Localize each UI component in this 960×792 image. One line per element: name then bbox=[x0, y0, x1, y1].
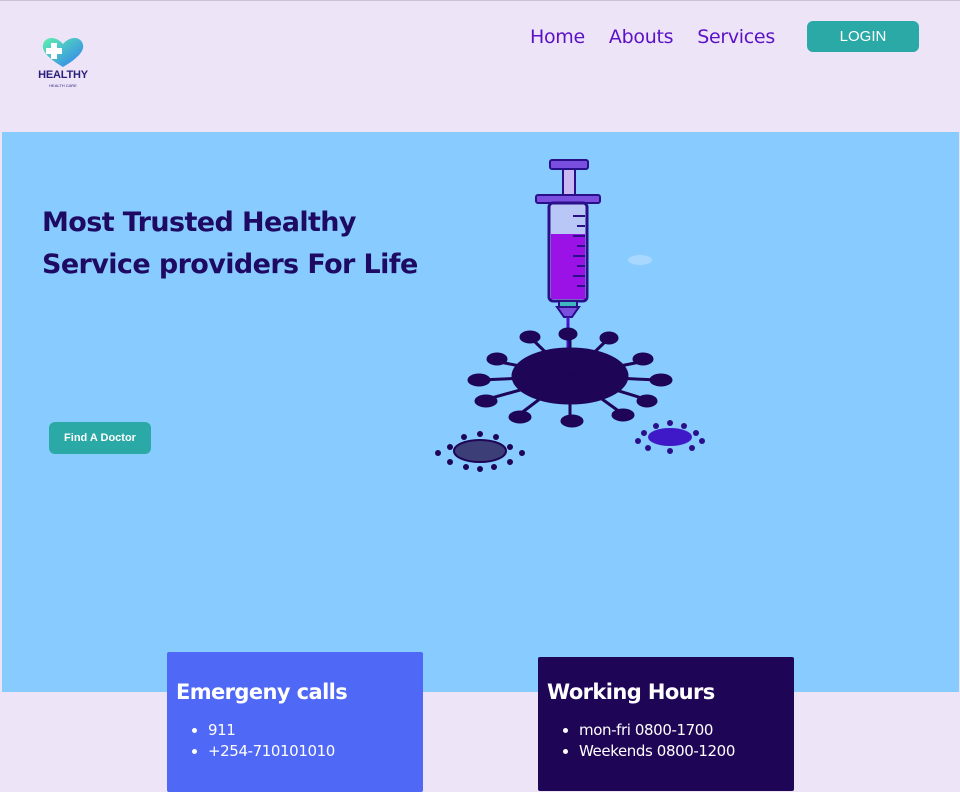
emergency-calls-card: Emergeny calls 911 +254-710101010 bbox=[167, 652, 423, 792]
brand-tagline: HEALTH CARE bbox=[49, 83, 77, 88]
working-hours-list: mon-fri 0800-1700 Weekends 0800-1200 bbox=[547, 720, 784, 762]
find-doctor-button[interactable]: Find A Doctor bbox=[49, 422, 151, 454]
hero-section: Most Trusted Healthy Service providers F… bbox=[2, 132, 959, 692]
emergency-calls-list: 911 +254-710101010 bbox=[176, 720, 413, 762]
brand-name: HEALTHY bbox=[38, 69, 88, 81]
nav-abouts-link[interactable]: Abouts bbox=[609, 26, 674, 48]
emergency-calls-title: Emergeny calls bbox=[176, 680, 348, 704]
hero-title: Most Trusted Healthy Service providers F… bbox=[42, 207, 418, 280]
list-item[interactable]: +254-710101010 bbox=[208, 741, 413, 762]
list-item: mon-fri 0800-1700 bbox=[579, 720, 784, 741]
brand-logo[interactable]: HEALTHY HEALTH CARE bbox=[36, 35, 90, 91]
working-hours-title: Working Hours bbox=[547, 680, 715, 704]
syringe-virus-illustration-icon bbox=[435, 159, 705, 472]
login-button[interactable]: LOGIN bbox=[807, 21, 919, 52]
main-nav: Home Abouts Services bbox=[530, 21, 799, 53]
list-item: Weekends 0800-1200 bbox=[579, 741, 784, 762]
nav-services-link[interactable]: Services bbox=[697, 26, 775, 48]
list-item[interactable]: 911 bbox=[208, 720, 413, 741]
working-hours-card: Working Hours mon-fri 0800-1700 Weekends… bbox=[538, 657, 794, 791]
heart-cross-logo-icon bbox=[42, 38, 84, 67]
nav-home-link[interactable]: Home bbox=[530, 26, 585, 48]
